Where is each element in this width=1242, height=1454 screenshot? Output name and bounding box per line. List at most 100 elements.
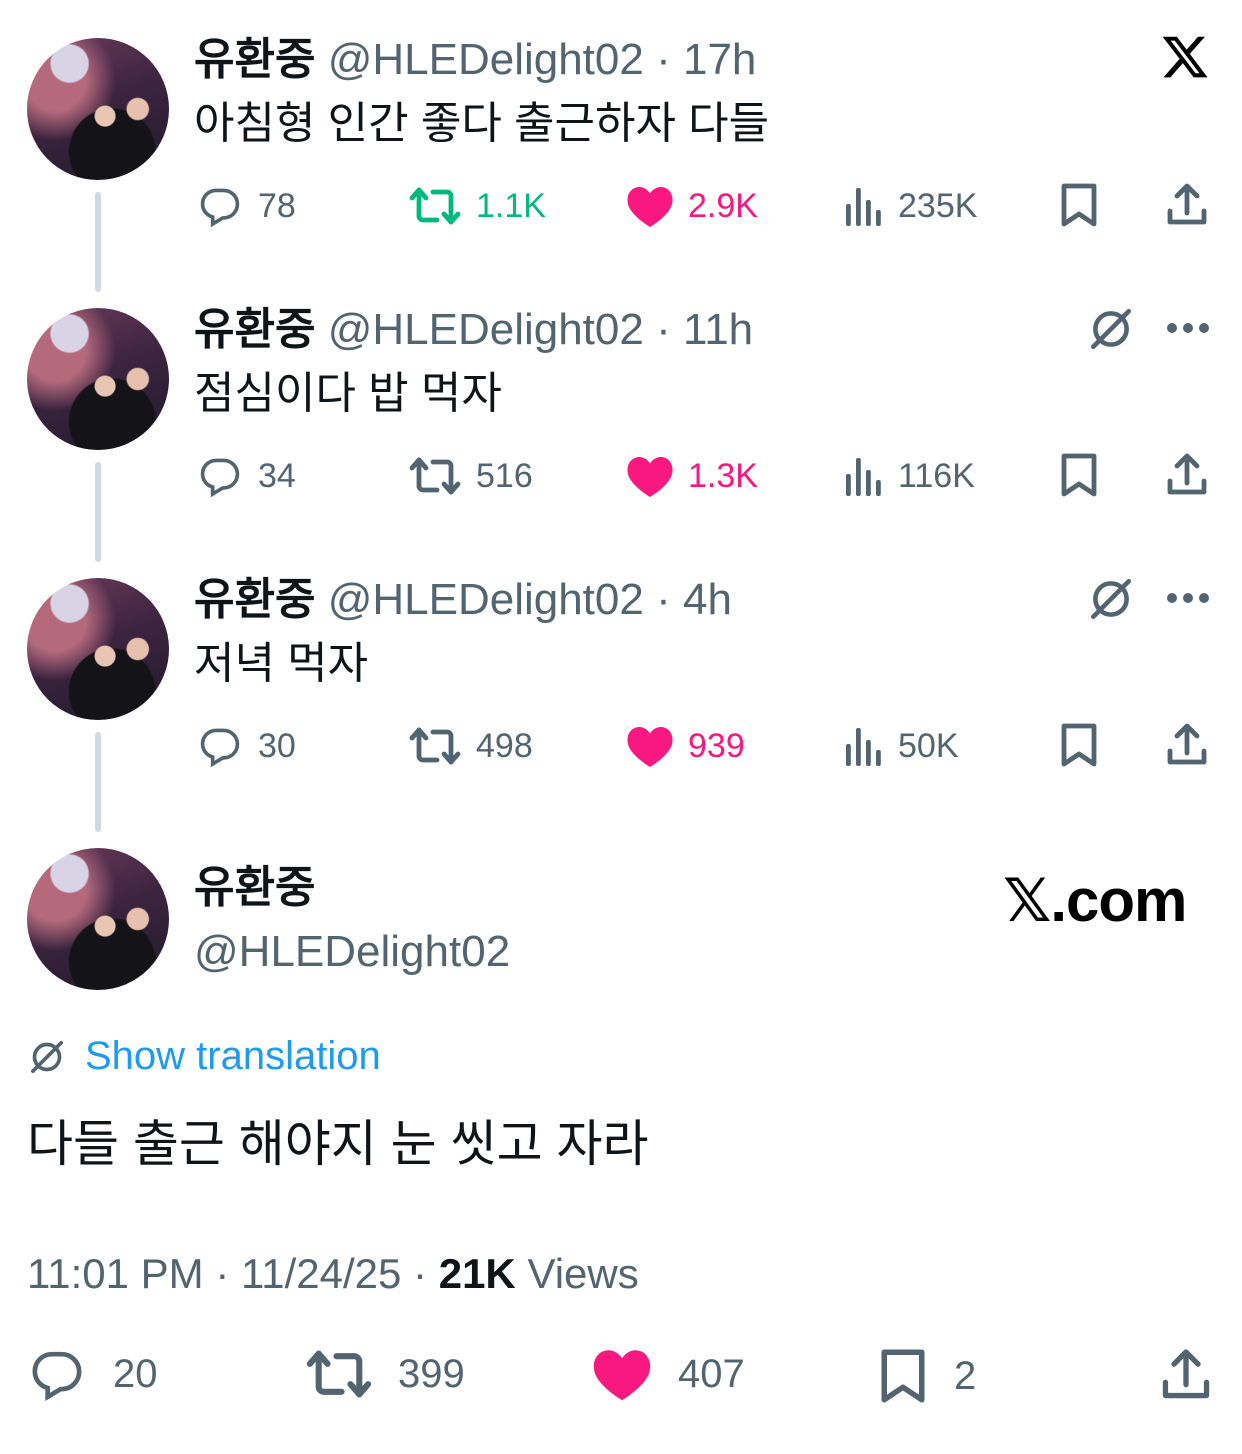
reply-button[interactable]: 34	[196, 454, 296, 498]
heart-icon	[627, 727, 673, 767]
translate-icon	[31, 1040, 64, 1073]
x-com-brand: 𝕏.com	[1003, 867, 1187, 934]
separator-dot: ·	[656, 305, 671, 354]
avatar[interactable]	[27, 38, 169, 180]
avatar[interactable]	[27, 578, 169, 720]
reply-button[interactable]: 30	[196, 724, 296, 768]
heart-icon	[627, 187, 673, 227]
reply-icon	[200, 458, 240, 498]
reply-count: 34	[258, 456, 296, 495]
reply-button[interactable]: 20	[27, 1346, 158, 1402]
share-icon[interactable]	[1158, 1346, 1214, 1404]
thread-line	[95, 732, 101, 832]
reply-button[interactable]: 78	[196, 184, 296, 228]
like-button[interactable]: 407	[592, 1346, 745, 1402]
views-icon	[846, 728, 881, 766]
translate-icon[interactable]	[1086, 574, 1136, 624]
views-label: Views	[527, 1250, 639, 1297]
separator-dot: ·	[656, 575, 671, 624]
thread-line	[95, 192, 101, 292]
like-count: 1.3K	[688, 456, 758, 495]
display-name[interactable]: 유환중	[194, 575, 315, 624]
more-icon[interactable]	[1166, 318, 1210, 338]
user-handle[interactable]: @HLEDelight02	[194, 930, 510, 974]
heart-icon	[627, 457, 673, 497]
tweet-header: 유환중 @HLEDelight02 · 4h	[194, 578, 732, 622]
share-icon[interactable]	[1164, 451, 1210, 499]
views-count: 116K	[898, 456, 975, 495]
tweet-text: 점심이다 밥 먹자	[194, 369, 502, 418]
user-handle[interactable]: @HLEDelight02	[328, 575, 644, 624]
retweet-count: 399	[398, 1351, 465, 1396]
like-count: 939	[688, 726, 745, 765]
show-translation-label: Show translation	[85, 1034, 381, 1078]
reply-count: 78	[258, 186, 296, 225]
display-name[interactable]: 유환중	[194, 35, 315, 84]
timestamp[interactable]: 11h	[683, 305, 753, 354]
retweet-icon	[306, 1350, 372, 1398]
tweet-header: 유환중 @HLEDelight02 · 17h	[194, 38, 756, 82]
separator-dot: ·	[656, 35, 671, 84]
retweet-button[interactable]: 498	[408, 724, 533, 768]
like-count: 2.9K	[688, 186, 758, 225]
tweet-text: 저녁 먹자	[194, 639, 369, 688]
share-icon[interactable]	[1164, 181, 1210, 229]
bookmark-icon	[881, 1349, 925, 1403]
retweet-button[interactable]: 516	[408, 454, 533, 498]
views-count: 50K	[898, 726, 959, 765]
user-handle-text: @HLEDelight02	[194, 927, 511, 976]
bookmark-icon[interactable]	[1058, 721, 1100, 769]
like-button[interactable]: 939	[626, 724, 745, 768]
bookmark-button[interactable]: 2	[878, 1346, 976, 1406]
tweet-text: 아침형 인간 좋다 출근하자 다들	[194, 99, 770, 148]
bookmark-icon[interactable]	[1058, 181, 1100, 229]
display-name[interactable]: 유환중	[194, 305, 315, 354]
like-count: 407	[678, 1351, 745, 1396]
like-button[interactable]: 1.3K	[626, 454, 758, 498]
views-button[interactable]: 235K	[844, 184, 977, 228]
like-button[interactable]: 2.9K	[626, 184, 758, 228]
retweet-icon	[409, 727, 461, 765]
timestamp[interactable]: 4h	[683, 575, 732, 624]
translate-icon[interactable]	[1086, 304, 1136, 354]
show-translation-link[interactable]: Show translation	[27, 1034, 381, 1079]
heart-icon	[593, 1350, 651, 1401]
user-handle[interactable]: @HLEDelight02	[328, 305, 644, 354]
retweet-count: 1.1K	[476, 186, 546, 225]
retweet-count: 516	[476, 456, 533, 495]
views-button[interactable]: 50K	[844, 724, 959, 768]
views-button[interactable]: 116K	[844, 454, 975, 498]
retweet-icon	[409, 187, 461, 225]
more-icon[interactable]	[1166, 588, 1210, 608]
display-name[interactable]: 유환중	[194, 866, 315, 910]
separator-dot: ·	[215, 1250, 230, 1297]
avatar[interactable]	[27, 308, 169, 450]
tweet-header: 유환중 @HLEDelight02 · 11h	[194, 308, 753, 352]
post-time[interactable]: 11:01 PM	[27, 1250, 204, 1297]
bookmark-count: 2	[954, 1353, 977, 1398]
user-handle[interactable]: @HLEDelight02	[328, 35, 644, 84]
post-date[interactable]: 11/24/25	[241, 1250, 401, 1297]
reply-count: 20	[113, 1351, 158, 1396]
retweet-icon	[409, 457, 461, 495]
retweet-button[interactable]: 1.1K	[408, 184, 546, 228]
separator-dot: ·	[413, 1250, 428, 1297]
bookmark-icon[interactable]	[1058, 451, 1100, 499]
display-name-text: 유환중	[194, 863, 316, 912]
x-logo-icon	[1162, 36, 1208, 78]
share-icon[interactable]	[1164, 721, 1210, 769]
thread-line	[95, 462, 101, 562]
timestamp[interactable]: 17h	[683, 35, 756, 84]
reply-icon	[32, 1351, 82, 1401]
views-icon	[846, 458, 881, 496]
avatar[interactable]	[27, 848, 169, 990]
tweet-meta: 11:01 PM · 11/24/25 · 21K Views	[27, 1250, 639, 1298]
retweet-count: 498	[476, 726, 533, 765]
views-icon	[846, 188, 881, 226]
reply-icon	[200, 728, 240, 768]
views-total: 21K	[438, 1250, 516, 1297]
tweet-text: 다들 출근 해야지 눈 씻고 자라	[27, 1116, 649, 1172]
reply-icon	[200, 188, 240, 228]
views-count: 235K	[898, 186, 978, 225]
retweet-button[interactable]: 399	[306, 1346, 465, 1402]
